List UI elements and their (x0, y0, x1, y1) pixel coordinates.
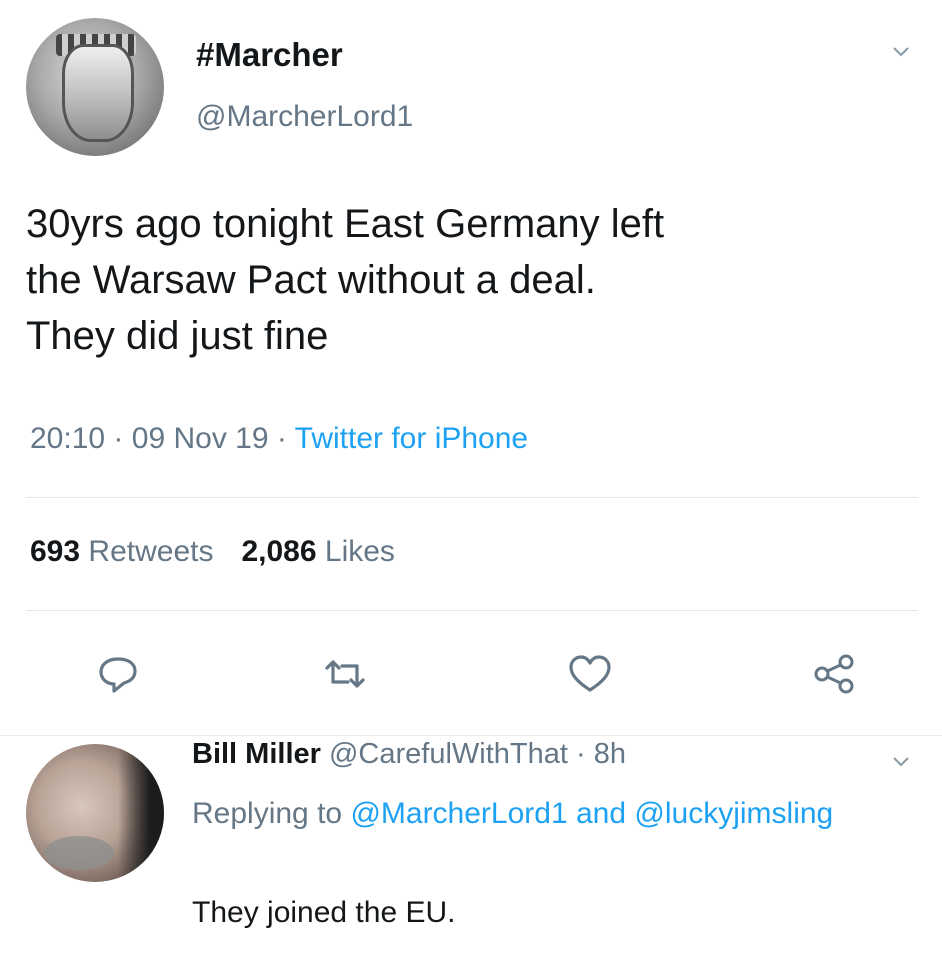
like-icon[interactable] (566, 650, 614, 698)
reply-header: Bill Miller @CarefulWithThat · 8h (192, 738, 626, 771)
reply-icon[interactable] (94, 650, 142, 698)
likes-count: 2,086 (241, 535, 317, 568)
meta-separator: · (576, 738, 586, 770)
tweet-time: 20:10 (30, 422, 106, 455)
tweet-text: 30yrs ago tonight East Germany left the … (26, 196, 926, 364)
main-tweet: #Marcher @MarcherLord1 30yrs ago tonight… (0, 0, 942, 735)
user-handle[interactable]: @MarcherLord1 (196, 100, 413, 134)
mention-link[interactable]: @MarcherLord1 (350, 797, 567, 830)
replying-to: Replying to @MarcherLord1 and @luckyjims… (192, 790, 892, 838)
avatar[interactable] (26, 744, 164, 882)
tweet-text-line: 30yrs ago tonight East Germany left (26, 202, 665, 246)
reply-age: 8h (593, 738, 626, 770)
avatar[interactable] (26, 18, 164, 156)
retweets-count: 693 (30, 535, 81, 568)
avatar-face-detail (62, 44, 134, 142)
tweet-source-link[interactable]: Twitter for iPhone (295, 422, 528, 455)
replying-prefix: Replying to (192, 797, 343, 830)
meta-separator: · (113, 422, 124, 455)
chevron-down-icon[interactable] (892, 42, 910, 60)
tweet-date: 09 Nov 19 (131, 422, 269, 455)
display-name[interactable]: #Marcher (196, 36, 343, 74)
tweet-text-line: They did just fine (26, 314, 329, 358)
replying-conjunction: and (576, 797, 627, 830)
likes-stat[interactable]: 2,086 Likes (241, 535, 394, 568)
retweets-stat[interactable]: 693 Retweets (30, 535, 213, 568)
chevron-down-icon[interactable] (892, 752, 910, 770)
tweet-meta: 20:10 · 09 Nov 19 · Twitter for iPhone (30, 422, 528, 456)
reply-tweet[interactable]: Bill Miller @CarefulWithThat · 8h Replyi… (0, 736, 942, 960)
reply-handle[interactable]: @CarefulWithThat (329, 738, 568, 770)
share-icon[interactable] (810, 650, 858, 698)
meta-separator: · (276, 422, 287, 455)
mention-link[interactable]: @luckyjimsling (634, 797, 833, 830)
reply-text: They joined the EU. (192, 896, 456, 929)
retweets-label: Retweets (88, 535, 214, 568)
reply-display-name[interactable]: Bill Miller (192, 738, 321, 770)
engagement-counts: 693 Retweets 2,086 Likes (30, 535, 395, 569)
avatar-detail (118, 744, 164, 882)
divider (26, 610, 918, 611)
avatar-detail (44, 836, 114, 870)
likes-label: Likes (324, 535, 395, 568)
divider (26, 497, 918, 498)
tweet-text-line: the Warsaw Pact without a deal. (26, 258, 596, 302)
retweet-icon[interactable] (321, 650, 369, 698)
